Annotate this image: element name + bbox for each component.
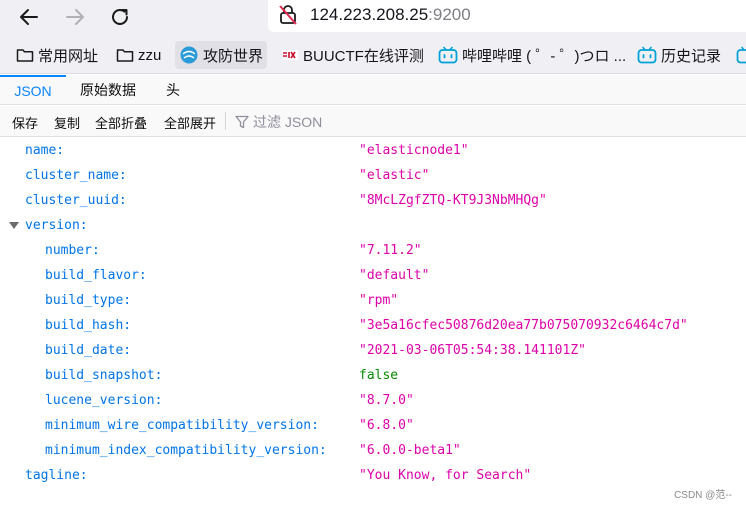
navigation-bar: 124.223.208.25:9200 [0,0,746,36]
json-value: "8.7.0" [359,393,414,408]
bilibili-tv-icon [438,46,458,64]
json-key: minimum_wire_compatibility_version: [45,418,319,433]
forward-arrow-icon [66,9,84,25]
json-key: cluster_uuid: [25,193,127,208]
json-value: "8McLZgfZTQ-KT9J3NbMHQg" [359,193,547,208]
bookmarks-bar: 常用网址 zzu 攻防世界 BUUCTF在线评测 哔哩哔哩 ( ゜- ゜)つロ … [0,36,746,74]
json-key: lucene_version: [45,393,163,408]
json-value: "6.8.0" [359,418,414,433]
bookmark-adworld[interactable]: 攻防世界 [175,41,268,69]
json-value: "3e5a16cfec50876d20ea77b075070932c6464c7… [359,318,688,333]
toolbar-divider [225,112,226,130]
folder-icon [116,47,134,63]
json-row[interactable]: minimum_index_compatibility_version: "6.0… [0,438,746,463]
json-viewer-tabs: JSON 原始数据 头 [0,75,746,105]
bookmark-overflow-bilibili[interactable] [736,41,746,69]
folder-icon [16,47,34,63]
reload-button[interactable] [105,3,135,31]
bookmark-folder-zzu[interactable]: zzu [116,41,161,69]
json-toolbar: 保存 复制 全部折叠 全部展开 过滤 JSON [0,106,746,137]
json-key: number: [45,243,100,258]
json-value: false [359,368,399,383]
tab-raw-data[interactable]: 原始数据 [80,75,136,105]
json-key: build_flavor: [45,268,147,283]
json-key: tagline: [25,468,88,483]
expand-all-button[interactable]: 全部展开 [164,113,216,132]
json-value: "elasticnode1" [359,143,469,158]
json-row[interactable]: build_hash: "3e5a16cfec50876d20ea77b07507… [0,313,746,338]
json-tree: name: "elasticnode1" cluster_name: "elastic… [0,138,746,488]
bilibili-tv-icon [736,46,746,64]
json-key: build_hash: [45,318,132,333]
bookmark-buuctf[interactable]: BUUCTF在线评测 [281,41,424,69]
expand-triangle-icon[interactable] [9,222,19,229]
bookmark-history[interactable]: 历史记录 [637,41,721,69]
forward-button[interactable] [60,3,90,31]
insecure-lock-icon[interactable] [276,3,300,27]
json-row[interactable]: minimum_wire_compatibility_version: "6.8.… [0,413,746,438]
json-row[interactable]: cluster_name: "elastic" [0,163,746,188]
url-port: :9200 [428,5,471,24]
json-key: build_type: [45,293,132,308]
json-value: "elastic" [359,168,430,183]
filter-json-input[interactable]: 过滤 JSON [235,112,322,132]
collapse-all-button[interactable]: 全部折叠 [95,113,147,132]
json-row[interactable]: tagline: "You Know, for Search" [0,463,746,488]
json-row[interactable]: build_snapshot: false [0,363,746,388]
json-key: build_date: [45,343,132,358]
bookmark-bilibili[interactable]: 哔哩哔哩 ( ゜- ゜)つロ ... [438,41,626,69]
back-button[interactable] [14,3,44,31]
back-arrow-icon [20,9,38,25]
address-bar[interactable]: 124.223.208.25:9200 [268,0,746,32]
json-row[interactable]: build_flavor: "default" [0,263,746,288]
filter-icon [235,115,249,129]
bookmark-folder-common[interactable]: 常用网址 [16,41,98,69]
bookmark-label: BUUCTF在线评测 [303,47,424,65]
json-row[interactable]: lucene_version: "8.7.0" [0,388,746,413]
copy-button[interactable]: 复制 [54,113,80,132]
url-host: 124.223.208.25 [310,5,429,24]
bookmark-label: zzu [138,46,162,64]
bookmark-label: 常用网址 [38,47,99,65]
bookmark-label: 哔哩哔哩 ( ゜- ゜)つロ ... [462,47,627,65]
tab-headers[interactable]: 头 [166,75,180,105]
reload-icon [112,8,128,25]
url-text[interactable]: 124.223.208.25:9200 [310,5,471,25]
filter-placeholder: 过滤 JSON [253,114,323,130]
json-object-row[interactable]: version: [0,213,746,238]
json-value: "7.11.2" [359,243,422,258]
json-row[interactable]: name: "elasticnode1" [0,138,746,163]
json-value: "default" [359,268,430,283]
json-key: build_snapshot: [45,368,163,383]
json-key: minimum_index_compatibility_version: [45,443,327,458]
bookmark-label: 历史记录 [661,47,722,65]
json-value: "You Know, for Search" [359,468,532,483]
buuctf-logo-icon [281,47,299,63]
tab-json[interactable]: JSON [0,75,66,105]
bilibili-tv-icon [637,46,657,64]
json-value: "rpm" [359,293,399,308]
json-value: "2021-03-06T05:54:38.141101Z" [359,343,586,358]
json-value: "6.0.0-beta1" [359,443,461,458]
globe-icon [179,45,199,65]
json-key: name: [25,143,65,158]
json-row[interactable]: number: "7.11.2" [0,238,746,263]
json-row[interactable]: build_date: "2021-03-06T05:54:38.141101Z" [0,338,746,363]
json-row[interactable]: build_type: "rpm" [0,288,746,313]
watermark-text: CSDN @范-- [674,490,732,501]
json-row[interactable]: cluster_uuid: "8McLZgfZTQ-KT9J3NbMHQg" [0,188,746,213]
save-button[interactable]: 保存 [12,113,38,132]
json-key: version: [25,218,88,233]
json-key: cluster_name: [25,168,127,183]
bookmark-label: 攻防世界 [203,47,264,65]
